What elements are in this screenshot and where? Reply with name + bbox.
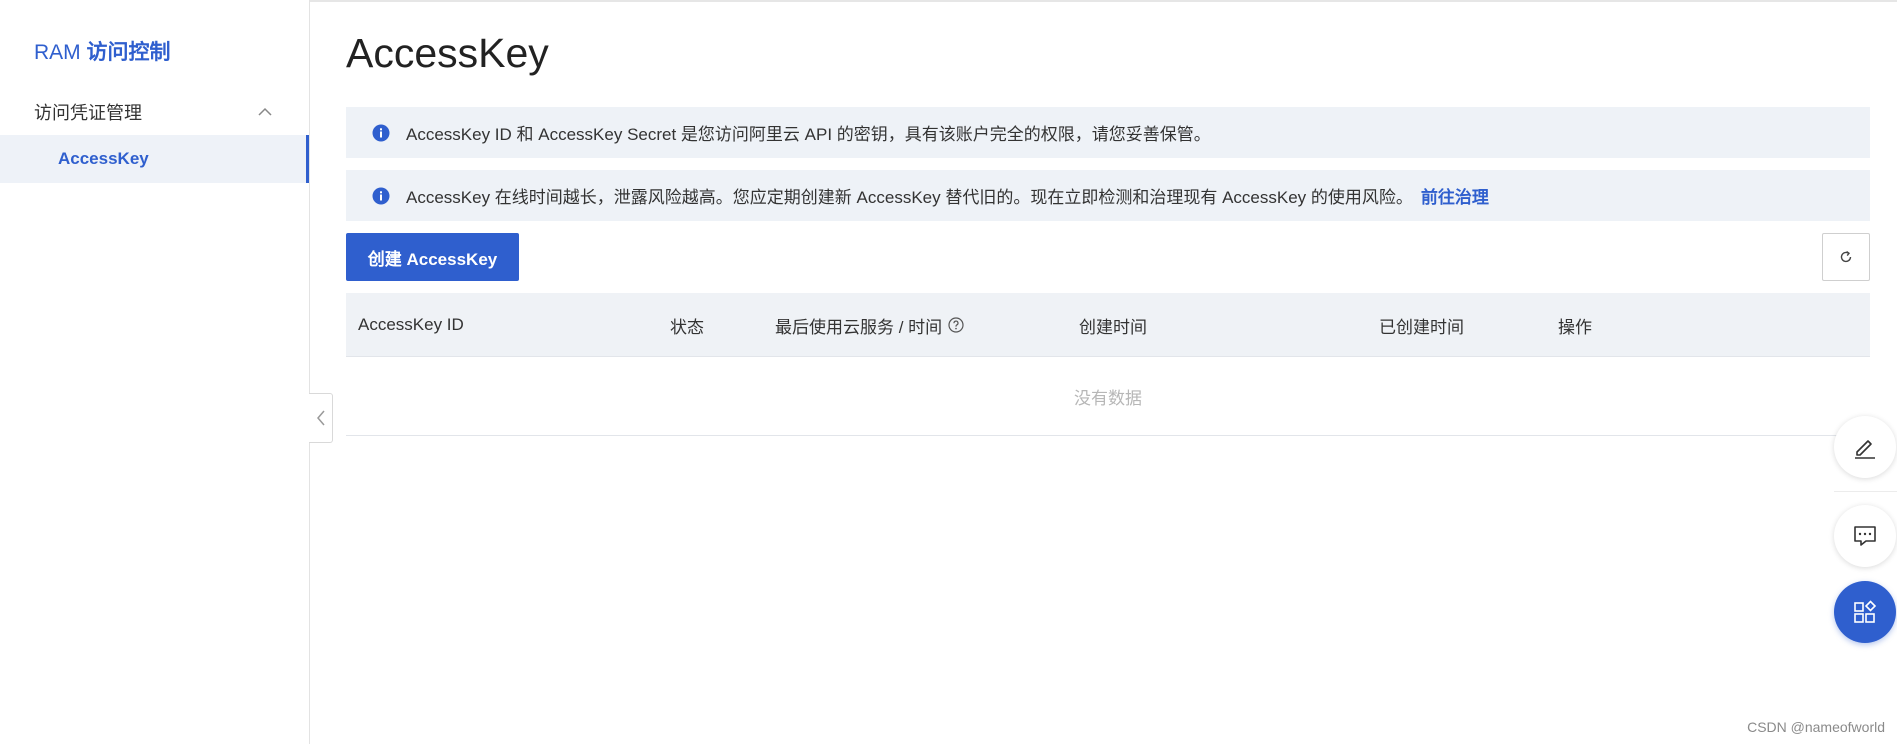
sidebar-title-main: 访问控制 xyxy=(86,41,171,64)
column-header-actions: 操作 xyxy=(1558,317,1592,337)
chat-button[interactable] xyxy=(1834,505,1896,567)
column-header-accesskey-id: AccessKey ID xyxy=(358,315,464,334)
notice-text: AccessKey ID 和 AccessKey Secret 是您访问阿里云 … xyxy=(406,125,1211,144)
feedback-edit-button[interactable] xyxy=(1834,416,1896,478)
create-accesskey-button[interactable]: 创建 AccessKey xyxy=(346,233,519,281)
info-icon xyxy=(372,187,390,204)
chevron-up-icon xyxy=(258,107,272,116)
column-header-last-used-label: 最后使用云服务 / 时间 xyxy=(775,317,943,337)
sidebar-item-accesskey[interactable]: AccessKey xyxy=(0,135,309,183)
column-header-age: 已创建时间 xyxy=(1379,317,1464,337)
column-header-created-time: 创建时间 xyxy=(1079,317,1147,337)
governance-link[interactable]: 前往治理 xyxy=(1421,183,1489,208)
info-icon xyxy=(372,124,390,141)
info-notice-risk: AccessKey 在线时间越长，泄露风险越高。您应定期创建新 AccessKe… xyxy=(346,170,1870,221)
column-header-last-used: 最后使用云服务 / 时间 xyxy=(775,293,964,357)
chevron-left-icon xyxy=(316,410,325,426)
sidebar-group-credentials[interactable]: 访问凭证管理 xyxy=(0,92,309,132)
chat-icon xyxy=(1854,526,1876,546)
sidebar: RAM 访问控制 访问凭证管理 AccessKey xyxy=(0,0,310,744)
sidebar-group-label: 访问凭证管理 xyxy=(34,103,142,123)
column-header-status: 状态 xyxy=(670,317,704,337)
refresh-button[interactable] xyxy=(1822,233,1870,281)
question-icon[interactable] xyxy=(948,317,964,333)
apps-button[interactable] xyxy=(1834,581,1896,643)
refresh-icon xyxy=(1840,251,1852,263)
sidebar-title-prefix: RAM xyxy=(34,41,87,64)
empty-state-text: 没有数据 xyxy=(1074,388,1142,408)
info-notice-keys: AccessKey ID 和 AccessKey Secret 是您访问阿里云 … xyxy=(346,107,1870,158)
edit-icon xyxy=(1855,440,1875,459)
watermark: CSDN @nameofworld xyxy=(1747,719,1885,735)
notice-text: AccessKey 在线时间越长，泄露风险越高。您应定期创建新 AccessKe… xyxy=(406,188,1413,207)
sidebar-item-label: AccessKey xyxy=(58,149,149,168)
sidebar-collapse-button[interactable] xyxy=(309,393,333,443)
page-title: AccessKey xyxy=(346,30,549,76)
apps-icon xyxy=(1854,600,1877,623)
table-empty-row: 没有数据 xyxy=(346,357,1870,436)
table-header: AccessKey ID 状态 最后使用云服务 / 时间 创建时间 已创建时间 … xyxy=(346,293,1870,357)
float-divider xyxy=(1834,491,1897,492)
sidebar-title[interactable]: RAM 访问控制 xyxy=(34,36,171,66)
